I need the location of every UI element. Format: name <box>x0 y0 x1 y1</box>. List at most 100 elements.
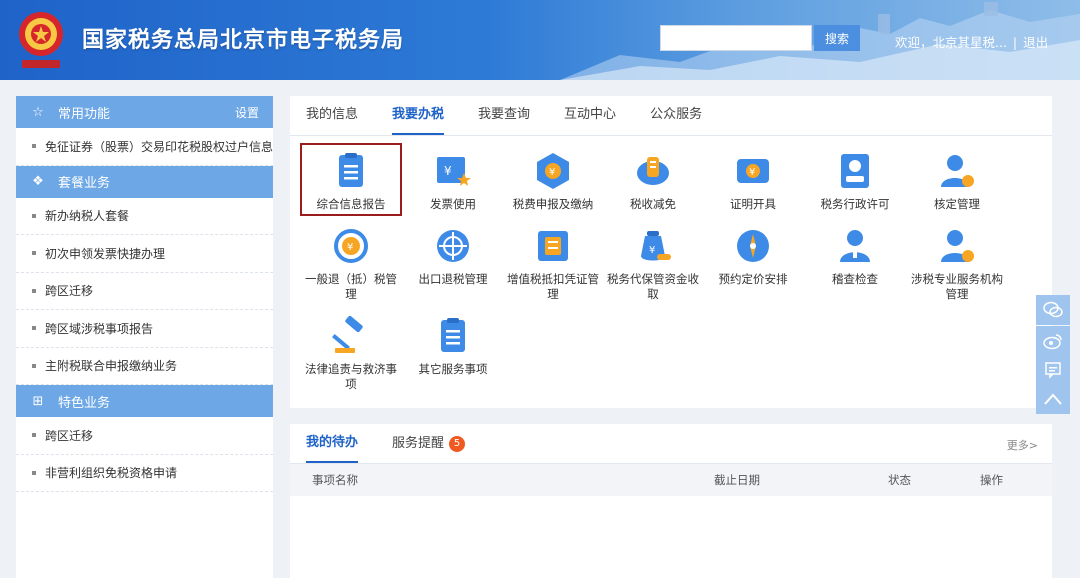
section-featured-business[interactable]: ⊞ 特色业务 <box>16 385 273 417</box>
service-label: 核定管理 <box>934 197 980 211</box>
bullet <box>32 213 36 218</box>
column-header: 截止日期 <box>714 473 760 487</box>
service-tax-declaration[interactable]: ¥ 税费申报及缴纳 <box>502 151 604 212</box>
service-inspection[interactable]: 稽查检查 <box>804 226 906 287</box>
bullet <box>32 433 36 438</box>
service-agency-management[interactable]: 涉税专业服务机构管理 <box>906 226 1008 302</box>
service-label: 证明开具 <box>730 197 776 211</box>
vat-icon <box>538 231 568 261</box>
tab-handle-tax[interactable]: 我要办税 <box>392 96 445 135</box>
inspection-icon <box>840 230 870 262</box>
service-legal-remedy[interactable]: 法律追责与救济事项 <box>300 316 402 392</box>
column-header: 事项名称 <box>312 473 358 487</box>
service-label: 涉税专业服务机构管理 <box>911 272 1003 301</box>
separator: | <box>1012 35 1018 50</box>
sidebar-item-label: 非营利组织免税资格申请 <box>45 466 178 481</box>
service-pricing-arrangement[interactable]: 预约定价安排 <box>702 226 804 287</box>
bullet <box>32 326 36 331</box>
sidebar-item-label: 主附税联合申报缴纳业务 <box>45 359 178 374</box>
tab-service-reminder[interactable]: 服务提醒 5 <box>392 424 466 463</box>
agency-icon <box>941 230 974 262</box>
todo-panel: 我的待办 服务提醒 5 更多> 事项名称 截止日期 状态 操作 <box>290 424 1052 578</box>
service-admin-license[interactable]: 税务行政许可 <box>804 151 906 212</box>
weibo-button[interactable] <box>1036 326 1070 356</box>
service-export-refund[interactable]: 出口退税管理 <box>402 226 504 287</box>
service-label: 一般退（抵）税管理 <box>305 272 397 301</box>
sidebar-item[interactable]: 跨区迁移 <box>16 417 273 455</box>
service-label: 稽查检查 <box>832 272 878 286</box>
section-title: 套餐业务 <box>58 176 111 191</box>
bullet <box>32 288 36 293</box>
tab-my-info[interactable]: 我的信息 <box>306 96 358 135</box>
svg-text:¥: ¥ <box>549 167 555 178</box>
sidebar-item-label: 跨区迁移 <box>45 284 94 299</box>
service-fund-custody[interactable]: ¥ 税务代保管资金收取 <box>602 226 704 302</box>
sidebar-item[interactable]: 初次申领发票快捷办理 <box>16 235 273 273</box>
search-input[interactable] <box>660 25 812 51</box>
sidebar: ☆ 常用功能 设置 免征证券（股票）交易印花税股权过户信息采 ❖ 套餐业务 新办… <box>16 96 273 578</box>
declare-icon: ¥ <box>537 153 569 189</box>
settings-link[interactable]: 设置 <box>235 104 259 121</box>
svg-text:¥: ¥ <box>649 245 655 256</box>
star-icon: ☆ <box>32 104 44 120</box>
wechat-icon <box>1043 301 1063 318</box>
sidebar-item-label: 免征证券（股票）交易印花税股权过户信息采 <box>45 139 273 154</box>
logout-link[interactable]: 退出 <box>1023 35 1048 50</box>
welcome-text[interactable]: 欢迎，北京其星税... <box>895 35 1007 50</box>
tab-query[interactable]: 我要查询 <box>478 96 530 135</box>
tax-services-panel: 我的信息 我要办税 我要查询 互动中心 公众服务 综合信息报告 ¥ 发票使用 ¥… <box>290 96 1052 408</box>
sidebar-item[interactable]: 非营利组织免税资格申请 <box>16 455 273 492</box>
sidebar-item-label: 跨区迁移 <box>45 428 94 443</box>
tab-my-todo[interactable]: 我的待办 <box>306 424 359 463</box>
certificate-icon: ¥ <box>737 159 769 183</box>
service-label: 发票使用 <box>430 197 476 211</box>
service-label: 法律追责与救济事项 <box>305 362 397 391</box>
service-certificate[interactable]: ¥ 证明开具 <box>702 151 804 212</box>
service-label: 税务行政许可 <box>820 197 890 211</box>
site-title: 国家税务总局北京市电子税务局 <box>82 28 405 53</box>
sidebar-item[interactable]: 主附税联合申报缴纳业务 <box>16 348 273 385</box>
sidebar-item[interactable]: 免征证券（股票）交易印花税股权过户信息采 <box>16 128 273 166</box>
tab-interaction[interactable]: 互动中心 <box>564 96 616 135</box>
more-link[interactable]: 更多> <box>1007 437 1038 453</box>
section-title: 常用功能 <box>58 106 111 122</box>
message-button[interactable] <box>1036 355 1070 385</box>
search-button[interactable]: 搜索 <box>814 25 860 51</box>
tab-label: 服务提醒 <box>392 435 445 451</box>
license-icon <box>841 154 869 188</box>
verify-icon <box>941 155 974 187</box>
section-common-functions[interactable]: ☆ 常用功能 设置 <box>16 96 273 128</box>
sidebar-item[interactable]: 新办纳税人套餐 <box>16 198 273 235</box>
tab-public-service[interactable]: 公众服务 <box>650 96 702 135</box>
section-package-business[interactable]: ❖ 套餐业务 <box>16 165 273 198</box>
sidebar-item[interactable]: 跨区域涉税事项报告 <box>16 310 273 348</box>
todo-tabs: 我的待办 服务提醒 5 更多> <box>290 424 1052 464</box>
service-comprehensive-report[interactable]: 综合信息报告 <box>300 143 402 216</box>
sidebar-item-label: 初次申领发票快捷办理 <box>45 246 166 261</box>
sidebar-item[interactable]: 跨区迁移 <box>16 273 273 310</box>
back-to-top-button[interactable] <box>1036 384 1070 414</box>
tab-label: 我的待办 <box>306 434 359 450</box>
other-icon <box>441 318 465 352</box>
pricing-icon <box>737 230 769 262</box>
svg-text:¥: ¥ <box>347 242 353 253</box>
service-verify-management[interactable]: 核定管理 <box>906 151 1008 212</box>
column-header: 操作 <box>980 473 1003 487</box>
bullet <box>32 363 36 368</box>
message-icon <box>1045 362 1061 379</box>
service-general-refund[interactable]: ¥ 一般退（抵）税管理 <box>300 226 402 302</box>
grid-icon: ⊞ <box>32 393 44 409</box>
bullet <box>32 470 36 475</box>
service-label: 综合信息报告 <box>316 197 386 211</box>
service-other[interactable]: 其它服务事项 <box>402 316 504 377</box>
svg-text:¥: ¥ <box>444 164 452 178</box>
user-welcome: 欢迎，北京其星税... | 退出 <box>895 32 1048 51</box>
service-tax-reduction[interactable]: 税收减免 <box>602 151 704 212</box>
wechat-button[interactable] <box>1036 295 1070 325</box>
bullet <box>32 251 36 256</box>
layers-icon: ❖ <box>32 174 44 189</box>
service-invoice-use[interactable]: ¥ 发票使用 <box>402 151 504 212</box>
service-vat-deduction[interactable]: 增值税抵扣凭证管理 <box>502 226 604 302</box>
reminder-count-badge: 5 <box>449 435 466 452</box>
fund-icon: ¥ <box>641 231 671 261</box>
